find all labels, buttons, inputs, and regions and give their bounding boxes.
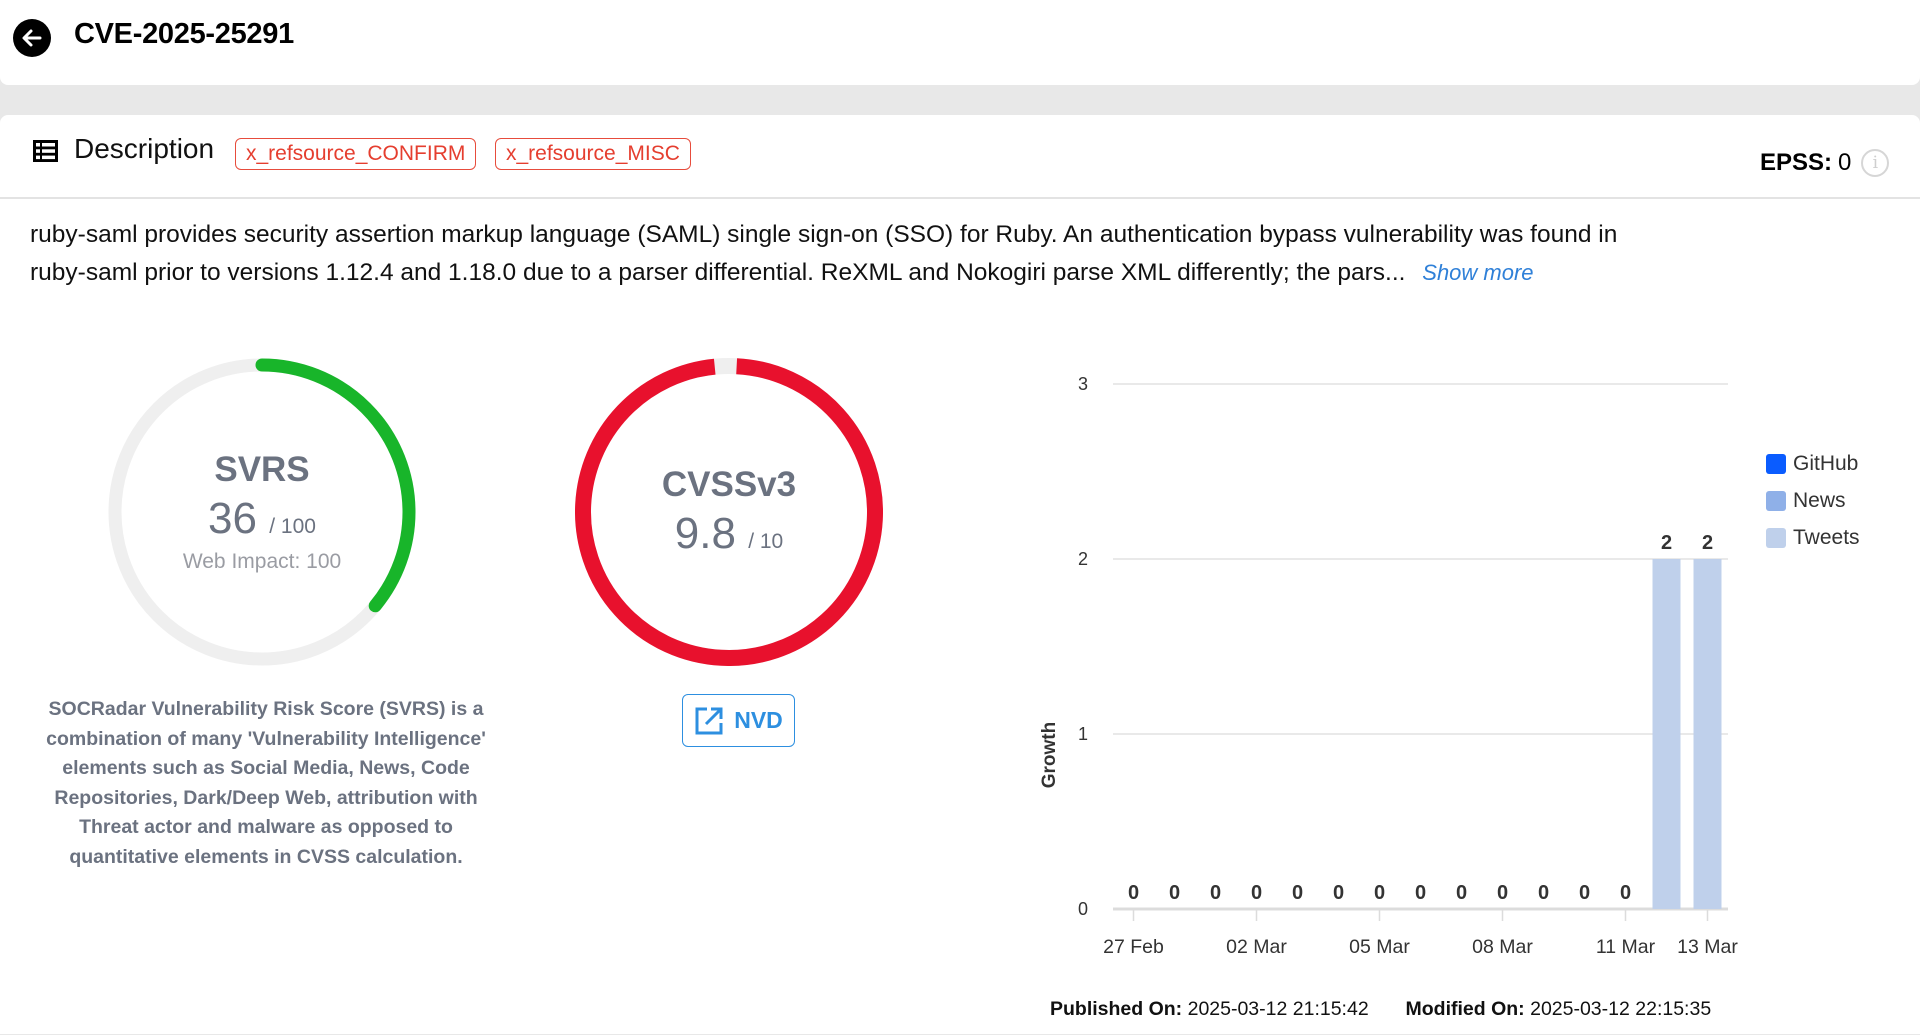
data-label: 0: [1333, 882, 1344, 904]
tag-refsource-confirm[interactable]: x_refsource_CONFIRM: [235, 138, 477, 170]
legend-swatch-news: [1766, 490, 1786, 511]
data-label: 0: [1620, 882, 1631, 904]
x-tick-label: 13 Mar: [1677, 936, 1738, 958]
nvd-label: NVD: [734, 707, 783, 733]
legend-item-news[interactable]: News: [1766, 482, 1860, 519]
epss-value: 0: [1838, 149, 1852, 176]
data-label: 0: [1579, 882, 1590, 904]
svrs-score: 36 / 100: [208, 494, 316, 544]
x-tick-label: 27 Feb: [1103, 936, 1164, 958]
y-tick-label: 3: [1078, 374, 1088, 394]
data-label: 0: [1128, 882, 1139, 904]
data-label: 0: [1374, 882, 1385, 904]
card-title: Description: [74, 133, 215, 164]
x-tick-label: 02 Mar: [1226, 936, 1287, 958]
published-value: 2025-03-12 21:15:42: [1187, 998, 1369, 1020]
cve-dates: Published On: 2025-03-12 21:15:42 Modifi…: [1050, 998, 1711, 1021]
bar-tweets: [1693, 559, 1722, 909]
svrs-description: SOCRadar Vulnerability Risk Score (SVRS)…: [46, 698, 486, 868]
page-title: CVE-2025-25291: [74, 18, 294, 50]
data-label: 0: [1251, 882, 1262, 904]
epss-score: EPSS: 0 i: [1760, 149, 1890, 177]
y-axis-label: Growth: [1039, 722, 1060, 789]
data-label: 2: [1661, 532, 1672, 554]
cvss-score-value: 9.8: [674, 509, 736, 558]
back-button[interactable]: [13, 19, 51, 57]
description-text: ruby-saml provides security assertion ma…: [30, 216, 1630, 291]
external-link-icon: [695, 707, 723, 734]
epss-label: EPSS:: [1760, 149, 1833, 176]
cvss-title: CVSSv3: [661, 465, 797, 504]
data-label: 0: [1292, 882, 1303, 904]
bar-tweets: [1652, 559, 1681, 909]
published-label: Published On:: [1050, 998, 1183, 1020]
data-label: 0: [1210, 882, 1221, 904]
x-tick-label: 05 Mar: [1349, 936, 1410, 958]
nvd-link-button[interactable]: NVD: [682, 694, 795, 747]
card-header: Description x_refsource_CONFIRM x_refsou…: [0, 115, 1920, 199]
data-label: 0: [1497, 882, 1508, 904]
y-tick-label: 1: [1078, 724, 1088, 744]
legend-label: News: [1793, 488, 1846, 512]
chart-legend: GitHub News Tweets: [1766, 445, 1860, 556]
legend-label: Tweets: [1793, 525, 1860, 549]
x-tick-label: 11 Mar: [1596, 936, 1656, 958]
tag-refsource-misc[interactable]: x_refsource_MISC: [495, 138, 691, 170]
legend-item-github[interactable]: GitHub: [1766, 445, 1860, 482]
legend-label: GitHub: [1793, 451, 1859, 475]
y-tick-label: 2: [1078, 549, 1088, 569]
legend-swatch-tweets: [1766, 527, 1786, 548]
svrs-gauge: SVRS 36 / 100 Web Impact: 100: [108, 358, 416, 666]
cvss-score: 9.8 / 10: [675, 509, 783, 559]
svrs-score-value: 36: [208, 494, 257, 543]
cvss-gauge: CVSSv3 9.8 / 10: [575, 358, 883, 666]
modified-label: Modified On:: [1405, 998, 1525, 1020]
y-tick-label: 0: [1078, 899, 1088, 919]
show-more-link[interactable]: Show more: [1422, 260, 1533, 285]
x-tick-label: 08 Mar: [1472, 936, 1533, 958]
legend-swatch-github: [1766, 453, 1786, 474]
svrs-web-impact: Web Impact: 100: [182, 550, 342, 573]
data-label: 2: [1702, 532, 1713, 554]
data-label: 0: [1456, 882, 1467, 904]
legend-item-tweets[interactable]: Tweets: [1766, 519, 1860, 556]
arrow-left-icon: [22, 29, 42, 47]
modified-value: 2025-03-12 22:15:35: [1530, 998, 1712, 1020]
data-label: 0: [1415, 882, 1426, 904]
page-header: CVE-2025-25291: [0, 0, 1920, 85]
svrs-score-max: / 100: [269, 515, 316, 538]
svrs-title: SVRS: [214, 450, 310, 489]
description-card: Description x_refsource_CONFIRM x_refsou…: [0, 115, 1920, 1034]
data-label: 0: [1538, 882, 1549, 904]
info-circle-icon[interactable]: i: [1861, 149, 1890, 177]
data-label: 0: [1169, 882, 1180, 904]
description-body: ruby-saml provides security assertion ma…: [30, 221, 1618, 286]
list-icon: [33, 140, 58, 162]
cvss-score-max: / 10: [748, 530, 784, 553]
